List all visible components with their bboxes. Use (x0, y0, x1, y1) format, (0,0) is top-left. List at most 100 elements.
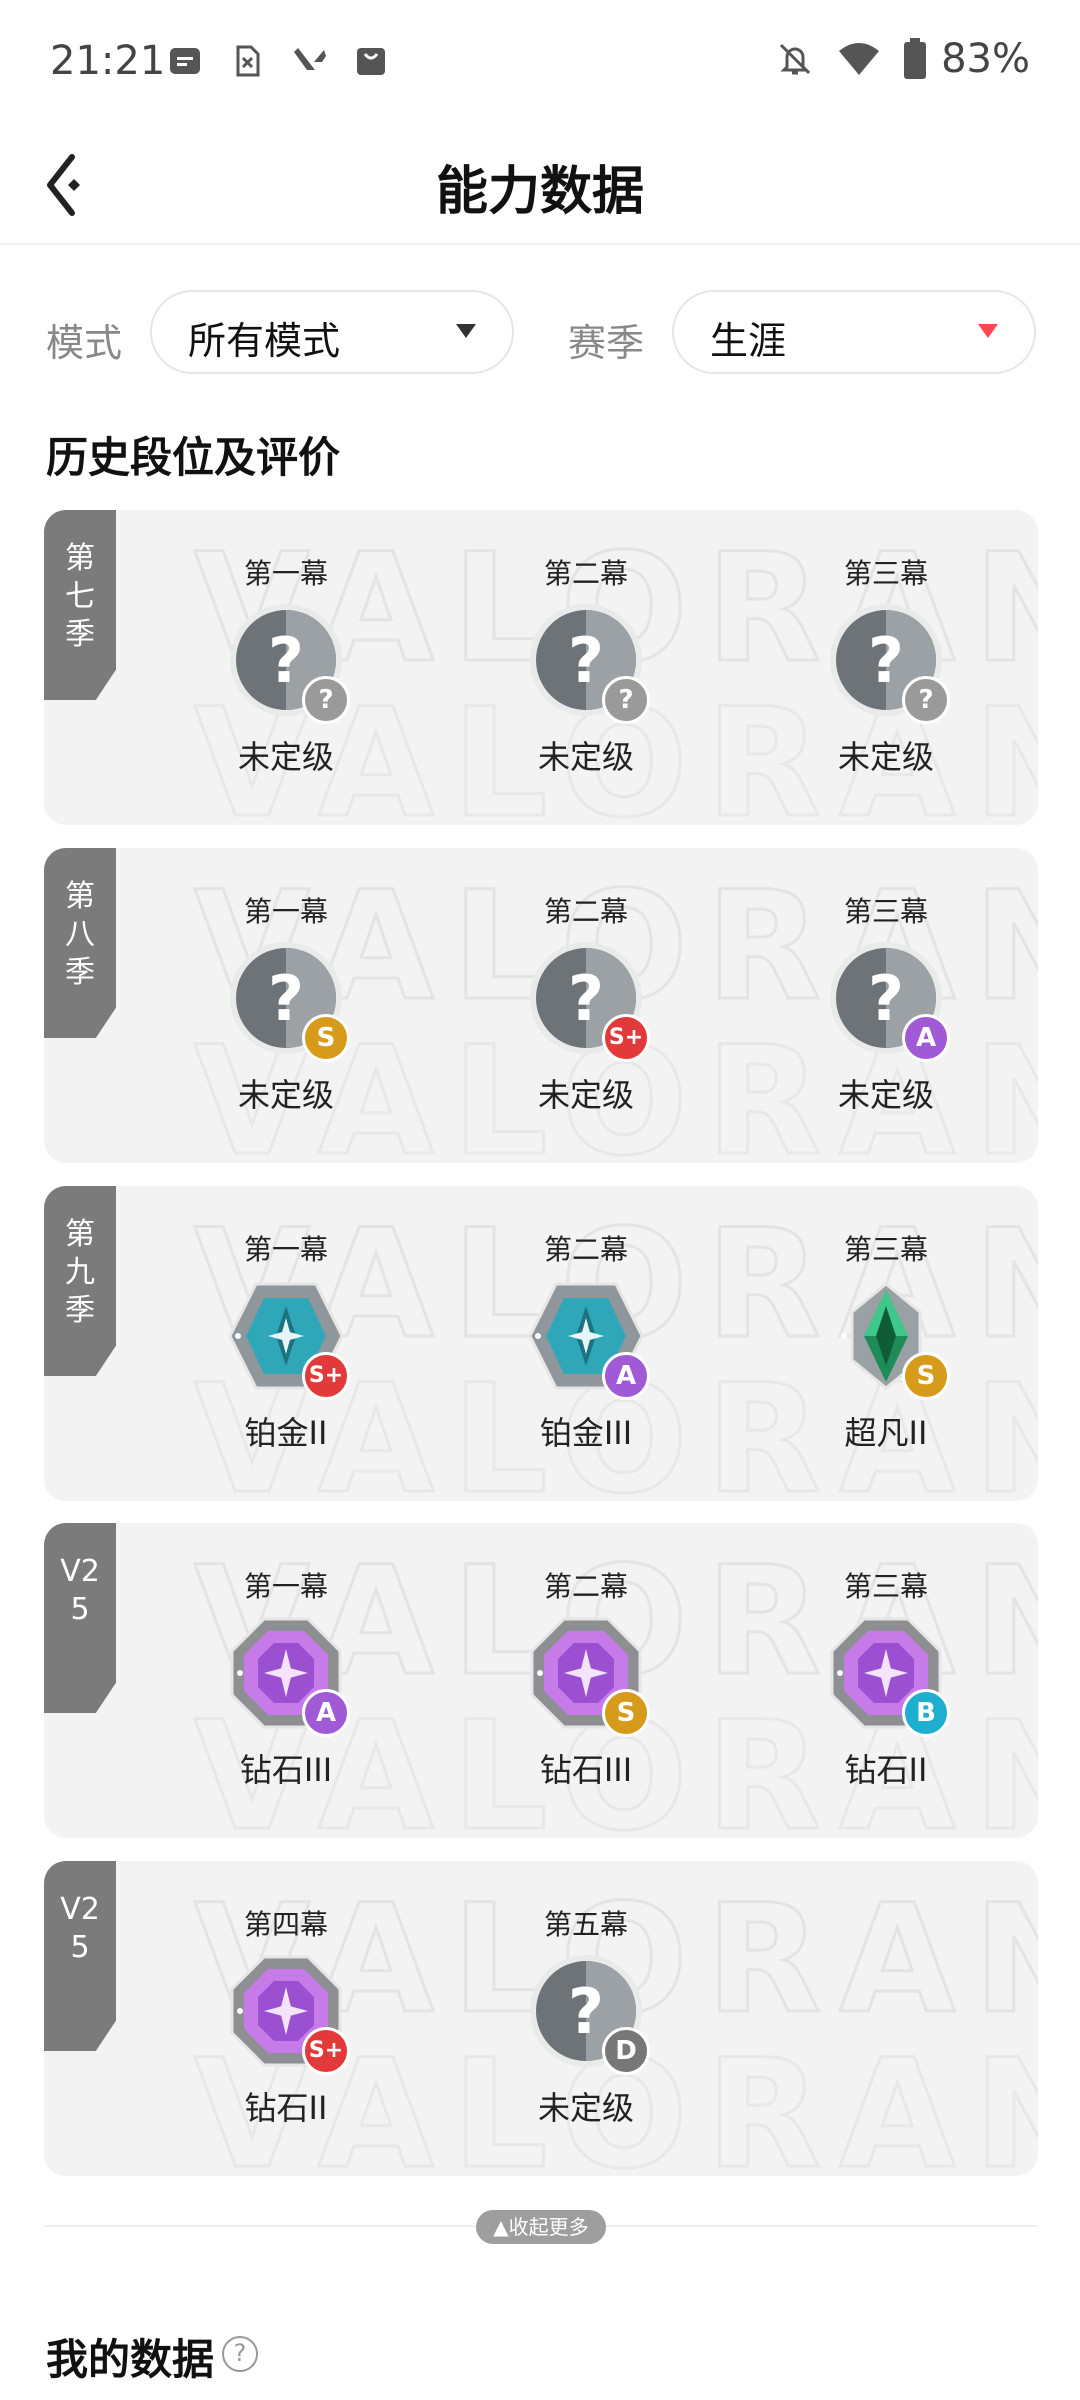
act-name: 第三幕 (843, 1233, 928, 1266)
season-tag-label: 第九季 (44, 1216, 116, 1330)
season-tag-line: 八 (65, 917, 95, 952)
unranked-rank-emblem-icon: ? A (826, 938, 950, 1062)
act-name: 第二幕 (543, 895, 628, 928)
act-rank-item[interactable]: 第三幕 ? A 未定级 (766, 890, 1006, 1140)
svg-text:?: ? (568, 624, 604, 697)
season-tag-line: V2 (60, 1892, 100, 1927)
grade-badge: S (602, 1689, 650, 1737)
diamond-rank-emblem-icon: S (526, 1613, 650, 1737)
unranked-rank-emblem-icon: ?? (226, 600, 350, 724)
season-card: VALORANTVALORANTV25第四幕S+钻石II第五幕?D未定级 (44, 1861, 1038, 2176)
svg-text:?: ? (868, 624, 904, 697)
act-name: 第一幕 (243, 895, 328, 928)
rank-label: 未定级 (837, 738, 934, 776)
act-rank-item[interactable]: 第二幕 A 铂金III (466, 1228, 706, 1478)
act-rank-item[interactable]: 第一幕 S+ 铂金II (166, 1228, 406, 1478)
season-label: 赛季 (568, 321, 645, 365)
season-card: VALORANTVALORANTV25第一幕A钻石III第二幕S钻石III第三幕… (44, 1523, 1038, 1838)
notifications-off-icon (780, 43, 811, 75)
grade-badge: D (602, 2027, 650, 2075)
act-name: 第一幕 (243, 1233, 328, 1266)
season-tag-line: 第 (65, 879, 95, 914)
season-tag-line: 第 (65, 1217, 95, 1252)
caret-down-icon (978, 324, 998, 338)
rank-label: 未定级 (837, 1076, 934, 1114)
act-rank-item[interactable]: 第一幕?? 未定级 (166, 552, 406, 802)
unranked-rank-emblem-icon: ? D (526, 1951, 650, 2075)
season-tag-line: 第 (65, 541, 95, 576)
mode-select[interactable]: 所有模式 (150, 290, 514, 374)
grade-badge: A (602, 1352, 650, 1400)
unranked-rank-emblem-icon: ? S (226, 938, 350, 1062)
act-name: 第三幕 (843, 895, 928, 928)
collapse-button[interactable]: ▲收起更多 (476, 2210, 606, 2244)
season-tag-line: 季 (65, 955, 95, 990)
unranked-rank-emblem-icon: ?? (826, 600, 950, 724)
rank-label: 钻石III (539, 1751, 633, 1789)
season-tag: V2 5 (44, 1523, 116, 1713)
grade-badge: ? (302, 676, 350, 724)
act-name: 第一幕 (243, 557, 328, 590)
act-rank-item[interactable]: 第三幕 B 钻石II (766, 1565, 1006, 1815)
act-name: 第二幕 (543, 1570, 628, 1603)
act-rank-item[interactable]: 第二幕?? 未定级 (466, 552, 706, 802)
grade-badge: S (902, 1352, 950, 1400)
season-tag: 第八季 (44, 848, 116, 1038)
season-tag-line: 季 (65, 617, 95, 652)
act-name: 第四幕 (243, 1908, 328, 1941)
season-tag-line: 5 (70, 1930, 90, 1965)
season-tag-line: 七 (65, 579, 95, 614)
diamond-rank-emblem-icon: S+ (226, 1951, 350, 2075)
rank-label: 铂金II (244, 1414, 328, 1452)
act-rank-item[interactable]: 第三幕?? 未定级 (766, 552, 1006, 802)
wifi-icon (839, 43, 880, 75)
season-tag-label: V2 5 (44, 1553, 116, 1629)
grade-badge: S+ (602, 1014, 650, 1062)
season-select[interactable]: 生涯 (672, 290, 1036, 374)
grade-badge: ? (902, 676, 950, 724)
act-rank-item[interactable]: 第五幕? D 未定级 (466, 1903, 706, 2153)
rank-label: 未定级 (537, 2089, 634, 2127)
grade-badge: B (902, 1689, 950, 1737)
notification-icons (168, 44, 388, 78)
season-tag-label: 第七季 (44, 540, 116, 654)
act-name: 第一幕 (243, 1570, 328, 1603)
svg-text:?: ? (568, 962, 604, 1035)
status-time: 21:21 (50, 38, 166, 84)
season-tag: 第九季 (44, 1186, 116, 1376)
rank-label: 铂金III (539, 1414, 633, 1452)
season-card: VALORANTVALORANT第八季第一幕?S未定级第二幕?S+未定级第三幕?… (44, 848, 1038, 1163)
act-name: 第五幕 (543, 1908, 628, 1941)
diamond-rank-emblem-icon: A (226, 1613, 350, 1737)
act-rank-item[interactable]: 第一幕 A 钻石III (166, 1565, 406, 1815)
svg-text:?: ? (568, 1975, 604, 2048)
act-name: 第二幕 (543, 1233, 628, 1266)
help-icon[interactable]: ? (222, 2336, 258, 2372)
platinum-rank-emblem-icon: S+ (226, 1276, 350, 1400)
sim-card-icon (236, 45, 260, 77)
act-rank-item[interactable]: 第三幕 S 超凡II (766, 1228, 1006, 1478)
diamond-rank-emblem-icon: B (826, 1613, 950, 1737)
rank-label: 未定级 (537, 738, 634, 776)
unranked-rank-emblem-icon: ?? (526, 600, 650, 724)
act-name: 第三幕 (843, 557, 928, 590)
shopping-bag-icon (357, 48, 385, 75)
svg-text:?: ? (268, 962, 304, 1035)
battery-percent: 83% (941, 36, 1030, 82)
act-rank-item[interactable]: 第四幕 S+ 钻石II (166, 1903, 406, 2153)
platinum-rank-emblem-icon: A (526, 1276, 650, 1400)
unranked-rank-emblem-icon: ? S+ (526, 938, 650, 1062)
season-select-value: 生涯 (710, 319, 787, 363)
filter-bar: 模式 所有模式 赛季 生涯 (0, 290, 1080, 380)
season-tag: 第七季 (44, 510, 116, 700)
act-rank-item[interactable]: 第二幕 S 钻石III (466, 1565, 706, 1815)
act-rank-item[interactable]: 第一幕 ? S 未定级 (166, 890, 406, 1140)
system-icons: 83% (775, 36, 1030, 82)
act-rank-item[interactable]: 第二幕? S+ 未定级 (466, 890, 706, 1140)
valorant-app-icon (294, 48, 326, 70)
season-tag-line: 季 (65, 1293, 95, 1328)
rank-label: 未定级 (237, 1076, 334, 1114)
season-tag-line: 5 (70, 1592, 90, 1627)
season-tag: V2 5 (44, 1861, 116, 2051)
svg-text:?: ? (868, 962, 904, 1035)
